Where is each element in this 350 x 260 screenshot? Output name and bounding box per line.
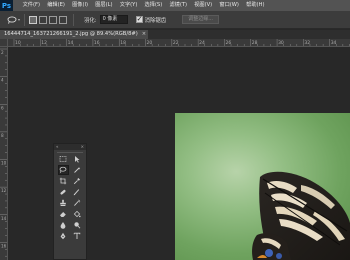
ruler-origin[interactable] xyxy=(0,39,8,47)
quick-selection-tool[interactable] xyxy=(72,165,83,175)
feather-label: 羽化: xyxy=(84,17,97,24)
menu-filter[interactable]: 滤镜(T) xyxy=(166,0,191,11)
menu-type[interactable]: 文字(Y) xyxy=(116,0,141,11)
refine-edge-button[interactable]: 调整边缘... xyxy=(182,15,219,24)
move-tool[interactable] xyxy=(72,154,83,164)
antialias-checkbox[interactable] xyxy=(135,15,143,23)
marquee-tool[interactable] xyxy=(58,154,69,164)
magic-wand-icon xyxy=(74,166,81,173)
menu-items: 文件(F) 编辑(E) 图像(I) 图层(L) 文字(Y) 选择(S) 滤镜(T… xyxy=(19,0,268,11)
ruler-tick-label: 28 xyxy=(252,40,258,46)
eraser-icon xyxy=(60,211,66,217)
divider xyxy=(73,13,74,26)
subtract-from-selection-button[interactable] xyxy=(49,15,57,24)
menu-file[interactable]: 文件(F) xyxy=(19,0,44,11)
document-tab-title: 16444714_163721266191_2.jpg @ 89.4%(RGB/… xyxy=(4,31,138,37)
ruler-tick-label: 18 xyxy=(120,40,126,46)
pen-tool[interactable] xyxy=(58,231,69,241)
divider xyxy=(24,13,25,26)
crop-icon xyxy=(59,177,67,184)
intersect-selection-button[interactable] xyxy=(59,15,67,24)
ruler-tick-label: 16 xyxy=(1,243,7,248)
ruler-tick-label: 2 xyxy=(1,50,4,55)
type-tool[interactable] xyxy=(72,231,83,241)
app-logo[interactable]: Ps xyxy=(0,0,13,11)
menu-view[interactable]: 视图(V) xyxy=(191,0,216,11)
ruler-tick-label: 22 xyxy=(173,40,179,46)
history-brush-tool[interactable] xyxy=(72,198,83,208)
healing-brush-tool[interactable] xyxy=(58,187,69,197)
antialias-label: 消除锯齿 xyxy=(144,17,167,24)
eyedropper-icon xyxy=(73,177,80,184)
dodge-tool[interactable] xyxy=(72,220,83,230)
drop-icon xyxy=(60,221,66,229)
clone-stamp-tool[interactable] xyxy=(58,198,69,208)
ruler-tick-label: 24 xyxy=(199,40,205,46)
butterfly-image xyxy=(252,171,350,260)
menu-edit[interactable]: 编辑(E) xyxy=(44,0,69,11)
ruler-tick-label: 14 xyxy=(1,216,7,221)
ruler-tick-label: 8 xyxy=(1,133,4,138)
menu-help[interactable]: 帮助(H) xyxy=(243,0,269,11)
ruler-tick-label: 34 xyxy=(331,40,337,46)
close-icon[interactable]: × xyxy=(81,144,84,150)
menu-layer[interactable]: 图层(L) xyxy=(92,0,117,11)
menu-bar: Ps 文件(F) 编辑(E) 图像(I) 图层(L) 文字(Y) 选择(S) 滤… xyxy=(0,0,350,11)
ruler-tick-label: 6 xyxy=(1,105,4,110)
feather-input[interactable]: 0 像素 xyxy=(99,15,128,24)
ruler-tick-label: 20 xyxy=(147,40,153,46)
options-bar: 羽化: 0 像素 消除锯齿 调整边缘... xyxy=(0,11,350,29)
ruler-ticks: 2 4 6 8 10 12 14 16 xyxy=(0,48,7,257)
ruler-tick-label: 12 xyxy=(1,188,7,193)
ruler-tick-label: 12 xyxy=(41,40,47,46)
lasso-icon xyxy=(7,15,16,24)
ruler-tick-label: 10 xyxy=(1,161,7,166)
tools-panel: « × xyxy=(53,143,87,260)
ruler-tick-label: 14 xyxy=(68,40,74,46)
new-selection-button[interactable] xyxy=(29,15,37,24)
ruler-tick-label: 26 xyxy=(225,40,231,46)
pen-icon xyxy=(60,232,66,239)
ruler-tick-label: 32 xyxy=(304,40,310,46)
lasso-tool[interactable] xyxy=(57,164,69,175)
history-brush-icon xyxy=(74,199,81,206)
horizontal-ruler: 10 12 14 16 18 20 22 24 26 28 30 32 34 xyxy=(8,39,350,47)
blur-tool[interactable] xyxy=(58,220,69,230)
chevron-down-icon xyxy=(17,18,20,21)
gradient-tool[interactable] xyxy=(72,209,83,219)
stamp-icon xyxy=(60,199,66,206)
menu-image[interactable]: 图像(I) xyxy=(69,0,92,11)
menu-select[interactable]: 选择(S) xyxy=(141,0,166,11)
move-icon xyxy=(75,155,80,163)
eyedropper-tool[interactable] xyxy=(72,176,83,186)
brush-tool[interactable] xyxy=(72,187,83,197)
vertical-ruler: 2 4 6 8 10 12 14 16 xyxy=(0,39,8,260)
close-icon[interactable]: × xyxy=(142,30,146,39)
add-to-selection-button[interactable] xyxy=(39,15,47,24)
lasso-icon xyxy=(59,166,67,173)
type-icon xyxy=(73,232,81,239)
ruler-tick-label: 4 xyxy=(1,78,4,83)
bandage-icon xyxy=(60,189,66,195)
tool-preset-picker[interactable] xyxy=(6,14,20,26)
menu-window[interactable]: 窗口(W) xyxy=(216,0,243,11)
ruler-tick-label: 30 xyxy=(278,40,284,46)
brush-icon xyxy=(73,188,80,195)
document-tab[interactable]: 16444714_163721266191_2.jpg @ 89.4%(RGB/… xyxy=(0,30,148,39)
ruler-tick-label: 10 xyxy=(15,40,21,46)
collapse-icon[interactable]: « xyxy=(56,144,58,150)
document-tab-bar: 16444714_163721266191_2.jpg @ 89.4%(RGB/… xyxy=(0,30,350,39)
eraser-tool[interactable] xyxy=(58,209,69,219)
paint-bucket-icon xyxy=(73,210,81,217)
dodge-icon xyxy=(74,221,81,229)
marquee-icon xyxy=(59,155,67,162)
document-image[interactable] xyxy=(175,113,350,260)
ruler-tick-label: 16 xyxy=(94,40,100,46)
crop-tool[interactable] xyxy=(58,176,69,186)
ruler-ticks: 10 12 14 16 18 20 22 24 26 28 30 32 34 xyxy=(13,39,350,46)
